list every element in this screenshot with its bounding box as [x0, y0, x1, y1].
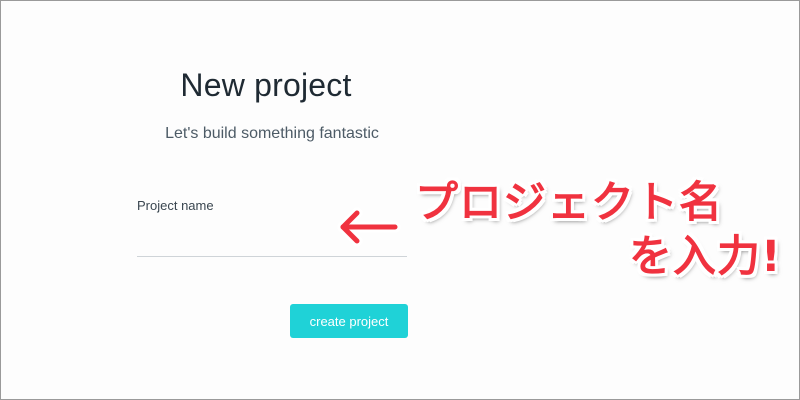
- screenshot-frame: New project Let's build something fantas…: [0, 0, 800, 400]
- left-arrow-icon: [337, 207, 401, 247]
- create-project-button[interactable]: create project: [290, 304, 408, 338]
- project-name-label: Project name: [137, 198, 214, 213]
- page-title: New project: [180, 67, 352, 103]
- page-subtitle: Let's build something fantastic: [165, 125, 379, 142]
- annotation-line-2: を入力!: [629, 232, 782, 282]
- annotation-line-1: プロジェクト名: [415, 178, 723, 228]
